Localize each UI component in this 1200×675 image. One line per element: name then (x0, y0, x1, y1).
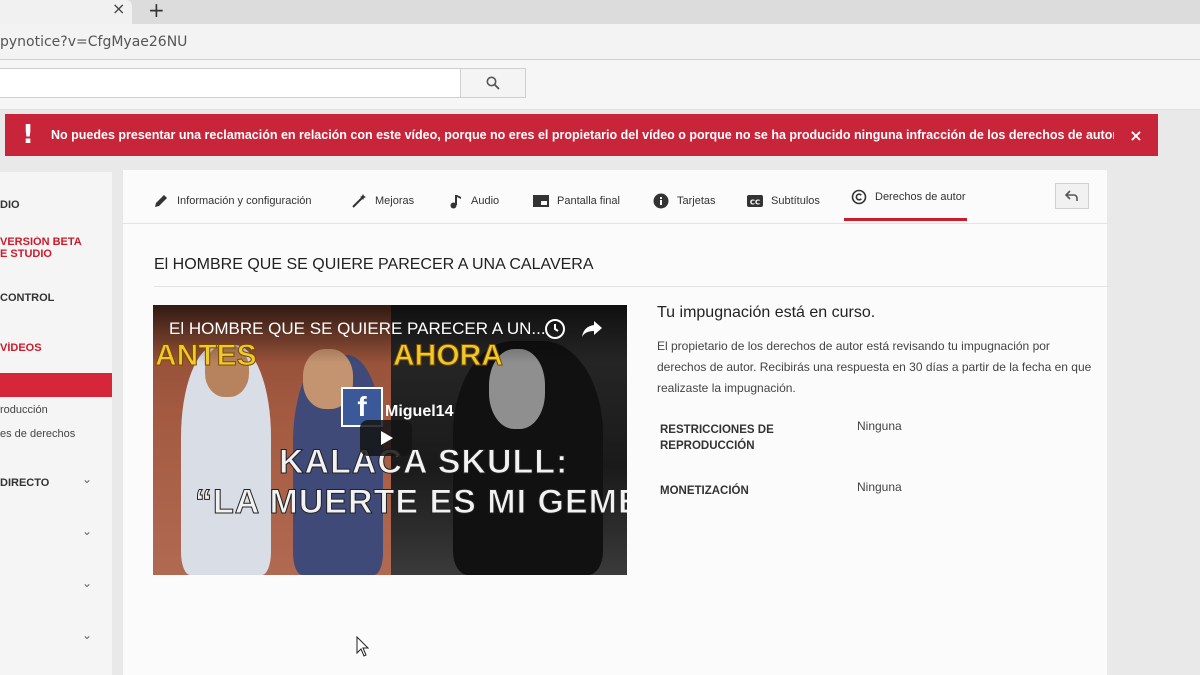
browser-tab-bar: × + (0, 0, 1200, 24)
video-tabs: Información y configuración Mejoras Audi… (123, 170, 1108, 224)
alert-message: No puedes presentar una reclamación en r… (51, 128, 1114, 142)
tab-close-icon[interactable]: × (112, 0, 125, 18)
tab-copyright[interactable]: Derechos de autor (849, 188, 966, 206)
tab-info-settings[interactable]: Información y configuración (151, 192, 312, 210)
sidebar-item-videos[interactable]: VÍDEOS (0, 342, 112, 354)
new-tab-icon[interactable]: + (148, 0, 165, 22)
video-thumbnail[interactable]: ANTES AHORA El HOMBRE QUE SE QUIERE PARE… (153, 305, 627, 575)
browser-tab[interactable]: × (0, 0, 132, 24)
tab-end-screen[interactable]: Pantalla final (531, 192, 620, 210)
pencil-icon (151, 192, 171, 210)
studio-sidebar: DIO VERSIÓN BETA E STUDIO CONTROL VÍDEOS… (0, 172, 112, 675)
search-input[interactable] (0, 68, 462, 98)
tab-label: Mejoras (375, 195, 415, 207)
thumbnail-username: Miguel14 (385, 403, 454, 420)
chevron-down-icon[interactable]: ⌄ (82, 576, 92, 590)
restrictions-label: RESTRICCIONES DE REPRODUCCIÓN (660, 424, 774, 452)
copyright-icon (849, 188, 869, 206)
alert-close-icon[interactable]: × (1114, 126, 1158, 145)
back-button[interactable] (1055, 183, 1089, 209)
dispute-status-title: Tu impugnación está en curso. (657, 304, 876, 321)
video-title: El HOMBRE QUE SE QUIERE PARECER A UNA CA… (154, 256, 594, 273)
music-note-icon (445, 192, 465, 210)
sidebar-item-live[interactable]: DIRECTO (0, 477, 112, 489)
end-screen-icon (531, 192, 551, 210)
chevron-down-icon[interactable]: ⌄ (82, 472, 92, 486)
tab-audio[interactable]: Audio (445, 192, 499, 210)
tab-subtitles[interactable]: CC Subtítulos (745, 192, 820, 210)
restrictions-value: Ninguna (857, 419, 902, 433)
tab-cards[interactable]: Tarjetas (651, 192, 716, 210)
thumbnail-label-before: ANTES (155, 339, 258, 373)
info-icon (651, 192, 671, 210)
search-icon (486, 76, 500, 90)
tab-label: Información y configuración (177, 195, 312, 207)
sidebar-item-beta-studio[interactable]: E STUDIO (0, 248, 112, 260)
chevron-down-icon[interactable]: ⌄ (82, 628, 92, 642)
exclamation-icon: ! (22, 120, 34, 150)
clock-icon[interactable] (543, 317, 567, 341)
tab-label: Tarjetas (677, 195, 716, 207)
play-icon (381, 431, 393, 445)
sidebar-item-production[interactable]: roducción (0, 404, 112, 416)
url-text[interactable]: pynotice?v=CfgMyae26NU (0, 34, 187, 50)
divider (154, 286, 1109, 287)
back-arrow-icon (1065, 190, 1078, 201)
svg-text:CC: CC (750, 199, 760, 207)
active-tab-indicator (844, 218, 967, 221)
sidebar-item-control-panel[interactable]: CONTROL (0, 292, 112, 304)
address-bar[interactable]: pynotice?v=CfgMyae26NU (0, 24, 1200, 60)
sidebar-item-studio[interactable]: DIO (0, 199, 112, 211)
share-icon[interactable] (580, 317, 604, 341)
error-alert-banner: ! No puedes presentar una reclamación en… (5, 114, 1158, 156)
monetization-label: MONETIZACIÓN (660, 485, 749, 497)
cc-icon: CC (745, 192, 765, 210)
chevron-down-icon[interactable]: ⌄ (82, 524, 92, 538)
search-button[interactable] (460, 68, 526, 98)
site-header (0, 60, 1200, 110)
thumbnail-overlay-title: El HOMBRE QUE SE QUIERE PARECER A UN... (169, 319, 546, 338)
tab-label: Derechos de autor (875, 191, 966, 203)
monetization-value: Ninguna (857, 480, 902, 494)
play-button[interactable] (360, 420, 412, 456)
tab-label: Audio (471, 195, 500, 207)
tab-enhancements[interactable]: Mejoras (349, 192, 414, 210)
tab-label: Pantalla final (557, 195, 620, 207)
sidebar-item-rights[interactable]: es de derechos (0, 428, 112, 440)
magic-wand-icon (349, 192, 369, 210)
thumbnail-label-after: AHORA (393, 339, 504, 373)
thumbnail-headline-2: “LA MUERTE ES MI GEMELA” (195, 483, 627, 522)
mouse-cursor-icon (356, 636, 370, 657)
tab-label: Subtítulos (771, 195, 820, 207)
thumbnail-headline-1: KALACA SKULL: (278, 443, 569, 482)
video-edit-panel: Información y configuración Mejoras Audi… (122, 170, 1109, 675)
dispute-status-description: El propietario de los derechos de autor … (657, 339, 1092, 395)
sidebar-active-item[interactable] (0, 373, 112, 397)
sidebar-item-beta-version[interactable]: VERSIÓN BETA (0, 236, 112, 248)
